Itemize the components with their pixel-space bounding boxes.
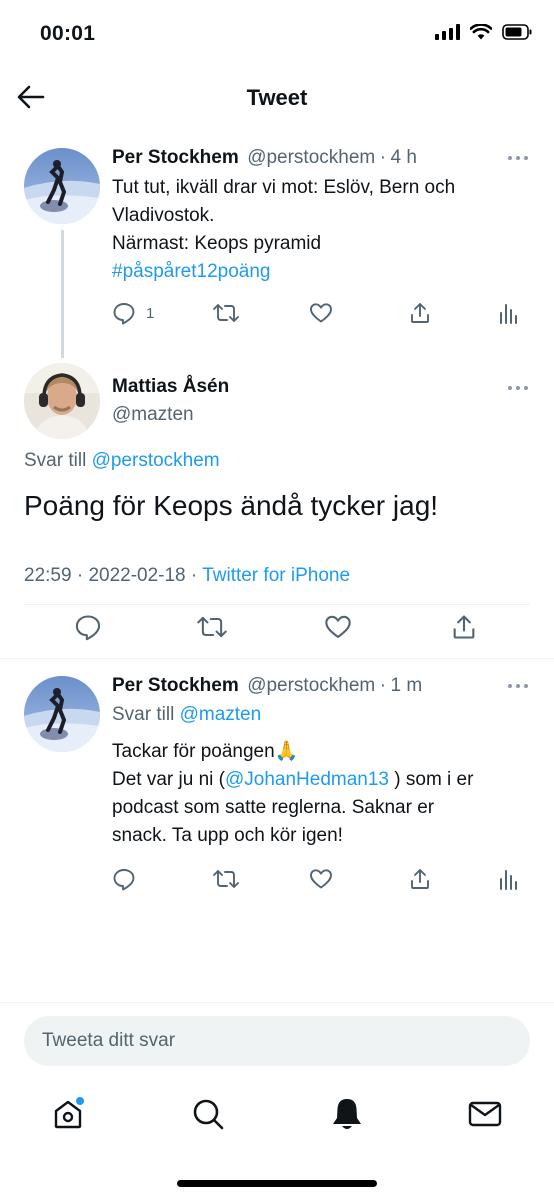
tweet-timestamp: 22:59 [24,565,72,586]
analytics-icon [500,304,517,324]
divider [24,604,530,605]
tweet-source-link[interactable]: Twitter for iPhone [202,565,350,586]
avatar[interactable] [24,363,100,439]
tweet-text-line: Tackar för poängen🙏 [112,741,299,762]
author-name[interactable]: Per Stockhem [112,675,239,696]
avatar-skier-image [24,148,100,224]
avatar-skier-image [24,676,100,752]
reply-button[interactable] [74,613,102,641]
focused-tweet-text: Poäng för Keops ändå tycker jag! [24,490,439,521]
tweet-actions [112,866,522,892]
meta-separator: · [379,147,387,168]
home-icon [54,1097,84,1129]
retweet-button[interactable] [212,301,240,325]
share-button[interactable] [408,867,432,891]
tweet-text-line: Närmast: Keops pyramid [112,233,322,254]
tweet-text-fragment: Det var ju ni ( [112,769,225,790]
meta-separator: · [76,565,84,586]
tab-home[interactable] [48,1094,88,1134]
tweet-text: Tut tut, ikväll drar vi mot: Eslöv, Bern… [112,174,532,286]
like-button[interactable] [309,301,333,325]
tab-messages[interactable] [465,1094,505,1134]
tweet-text-line: Vladivostok. [112,205,215,226]
like-icon [310,303,332,323]
tab-search[interactable] [188,1094,228,1134]
reply-icon [75,615,101,641]
tweet-date: 2022-02-18 [88,565,186,586]
tweet-text-line: Tut tut, ikväll drar vi mot: Eslöv, Bern… [112,177,456,198]
author-handle[interactable]: @perstockhem [247,147,375,168]
share-icon [411,869,429,889]
reply-input[interactable]: Tweeta ditt svar [24,1016,530,1066]
tweet-time: 4 h [390,147,417,168]
share-button[interactable] [450,613,478,641]
tweet-actions: 1 [112,300,522,326]
hashtag-link[interactable]: #påspåret12poäng [112,258,532,286]
bottom-tab-bar [0,1080,554,1150]
retweet-icon [213,870,239,888]
retweet-button[interactable] [212,867,240,891]
divider [0,1002,554,1003]
share-icon [453,615,475,639]
reply-button[interactable]: 1 [112,301,154,325]
like-icon [310,869,332,889]
reply-input-placeholder: Tweeta ditt svar [42,1030,176,1051]
more-options-icon[interactable] [508,684,528,688]
status-icons [435,24,532,40]
reply-to-label: Svar till [112,704,175,725]
analytics-button[interactable] [498,301,518,325]
share-icon [411,303,429,323]
reply-icon [113,303,135,325]
search-icon [193,1099,224,1130]
share-button[interactable] [408,301,432,325]
author-name[interactable]: Per Stockhem [112,147,239,168]
analytics-button[interactable] [498,867,518,891]
reply-to-mention[interactable]: @perstockhem [92,450,220,471]
reply-icon [113,869,135,891]
wifi-icon [470,24,492,40]
bell-icon [333,1099,361,1129]
author-handle[interactable]: @mazten [112,404,194,426]
tab-notifications[interactable] [327,1094,367,1134]
home-indicator [177,1180,377,1187]
tweet-text-line: Det var ju ni (@JohanHedman13 ) som i er [112,766,532,794]
author-handle[interactable]: @perstockhem [247,675,375,696]
status-bar: 00:01 [0,0,554,66]
tweet-text-line: podcast som satte reglerna. Saknar er [112,797,435,818]
retweet-icon [213,304,239,322]
tweet-text-fragment: ) som i er [389,769,474,790]
nav-header: Tweet [0,66,554,130]
like-icon [325,615,351,638]
avatar[interactable] [24,676,100,752]
meta-separator: · [190,565,198,586]
reply-count: 1 [146,304,155,322]
meta-separator: · [379,675,387,696]
divider [0,658,554,659]
avatar[interactable] [24,148,100,224]
author-name[interactable]: Mattias Åsén [112,376,229,398]
mention-link[interactable]: @JohanHedman13 [225,769,389,790]
battery-icon [502,24,532,40]
more-options-icon[interactable] [508,386,528,390]
tweet-text-line: snack. Ta upp och kör igen! [112,825,343,846]
reply-to-label: Svar till [24,450,87,471]
status-time: 00:01 [40,22,96,45]
page-title: Tweet [246,85,308,110]
reply-to-mention[interactable]: @mazten [180,704,262,725]
like-button[interactable] [324,613,352,641]
analytics-icon [500,870,517,890]
tweet-time: 1 m [390,675,423,696]
notification-dot [76,1097,84,1105]
retweet-icon [197,616,227,638]
mail-icon [468,1101,502,1127]
avatar-person-image [24,363,100,439]
tweet-text: Tackar för poängen🙏 Det var ju ni (@Joha… [112,738,532,850]
focused-tweet-actions [0,612,554,642]
thread-connector-line [61,230,64,358]
more-options-icon[interactable] [508,156,528,160]
cellular-signal-icon [435,24,460,40]
like-button[interactable] [309,867,333,891]
retweet-button[interactable] [196,613,228,641]
reply-button[interactable] [112,867,136,891]
